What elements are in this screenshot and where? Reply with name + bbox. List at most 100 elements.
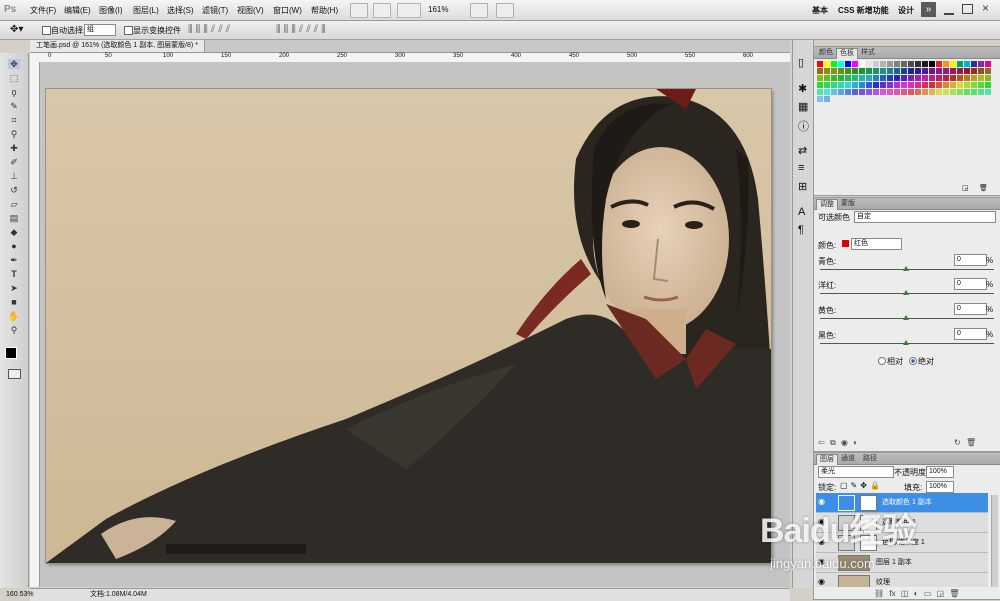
auto-select-checkbox[interactable] — [42, 26, 51, 35]
color-swatch[interactable] — [950, 82, 956, 88]
color-swatch[interactable] — [894, 82, 900, 88]
color-swatch[interactable] — [957, 82, 963, 88]
reset-icon[interactable]: ↻ — [954, 438, 961, 447]
layer-comps-icon[interactable]: ⊞ — [798, 180, 807, 193]
color-swatch[interactable] — [838, 68, 844, 74]
color-swatch[interactable] — [887, 89, 893, 95]
color-swatch[interactable] — [971, 68, 977, 74]
move-tool-icon[interactable]: ✥ — [8, 59, 20, 69]
new-adjustment-icon[interactable]: ◐ — [914, 589, 919, 598]
screen-mode-button[interactable] — [496, 3, 514, 18]
color-swatch[interactable] — [838, 89, 844, 95]
color-swatch[interactable] — [978, 75, 984, 81]
menu-file[interactable]: 文件(F) — [30, 5, 56, 16]
color-swatch[interactable] — [880, 89, 886, 95]
color-swatch[interactable] — [943, 75, 949, 81]
color-swatch[interactable] — [943, 68, 949, 74]
hand-tool-icon[interactable]: ✋ — [8, 311, 20, 321]
color-swatch[interactable] — [817, 89, 823, 95]
menu-view[interactable]: 视图(V) — [237, 5, 264, 16]
color-swatch[interactable] — [957, 89, 963, 95]
color-swatch[interactable] — [922, 68, 928, 74]
color-swatch[interactable] — [978, 68, 984, 74]
healing-brush-tool-icon[interactable]: ✚ — [8, 143, 20, 153]
color-swatch[interactable] — [936, 61, 942, 67]
color-swatch[interactable] — [985, 75, 991, 81]
color-swatch[interactable] — [936, 75, 942, 81]
color-swatch[interactable] — [824, 89, 830, 95]
color-swatch[interactable] — [866, 75, 872, 81]
color-swatch[interactable] — [859, 75, 865, 81]
blend-mode-dropdown[interactable]: 柔光 — [818, 466, 894, 478]
color-swatch[interactable] — [880, 68, 886, 74]
color-swatch[interactable] — [824, 96, 830, 102]
document-tab[interactable]: 工笔画.psd @ 161% (选取颜色 1 副本, 图层蒙版/8) * — [30, 40, 205, 52]
black-slider-thumb[interactable] — [903, 340, 909, 345]
show-transform-checkbox[interactable] — [124, 26, 133, 35]
color-swatch[interactable] — [950, 89, 956, 95]
cyan-slider-thumb[interactable] — [903, 266, 909, 271]
color-swatch[interactable] — [894, 75, 900, 81]
color-swatch[interactable] — [908, 68, 914, 74]
clone-stamp-tool-icon[interactable]: ⊥ — [8, 171, 20, 181]
color-swatch[interactable] — [901, 82, 907, 88]
eye-icon[interactable]: ◉ — [818, 578, 827, 586]
color-swatch[interactable] — [915, 89, 921, 95]
color-swatch[interactable] — [915, 68, 921, 74]
minimize-icon[interactable] — [944, 5, 954, 15]
color-swatch[interactable] — [985, 82, 991, 88]
histogram-icon[interactable]: ▦ — [798, 100, 808, 113]
color-swatch[interactable] — [957, 75, 963, 81]
delete-swatch-icon[interactable]: 🗑 — [979, 184, 988, 192]
delete-adjustment-icon[interactable]: 🗑 — [966, 438, 976, 447]
color-swatch[interactable] — [824, 75, 830, 81]
color-swatch[interactable] — [950, 68, 956, 74]
color-swatch[interactable] — [936, 68, 942, 74]
color-swatch[interactable] — [894, 68, 900, 74]
marquee-tool-icon[interactable]: ⬚ — [8, 73, 20, 83]
color-swatch[interactable] — [964, 75, 970, 81]
actions-icon[interactable]: ≡ — [798, 162, 804, 174]
layer-name[interactable]: 图层 1 副本 — [876, 557, 912, 567]
view-extras-button[interactable] — [397, 3, 421, 18]
new-layer-icon[interactable]: ◲ — [937, 589, 945, 598]
color-swatch[interactable] — [817, 68, 823, 74]
color-swatch[interactable] — [929, 89, 935, 95]
quick-select-tool-icon[interactable]: ✎ — [8, 101, 20, 111]
new-swatch-icon[interactable]: ◲ — [962, 184, 969, 192]
color-swatch[interactable] — [817, 75, 823, 81]
menu-edit[interactable]: 编辑(E) — [64, 5, 91, 16]
color-swatch[interactable] — [929, 75, 935, 81]
quick-mask-icon[interactable] — [8, 369, 21, 379]
close-icon[interactable]: × — [982, 1, 989, 15]
history-icon[interactable]: ⇄ — [798, 144, 807, 157]
color-swatch[interactable] — [922, 61, 928, 67]
distribute-icons[interactable]: ⫼⫼⫼⫽⫽⫽⫼ — [276, 24, 329, 35]
color-swatch[interactable] — [908, 82, 914, 88]
color-swatch[interactable] — [978, 89, 984, 95]
color-swatch[interactable] — [866, 82, 872, 88]
color-swatch[interactable] — [852, 82, 858, 88]
color-swatch[interactable] — [873, 89, 879, 95]
color-swatch[interactable] — [838, 82, 844, 88]
layers-scrollbar[interactable] — [991, 495, 998, 587]
color-swatch[interactable] — [971, 82, 977, 88]
color-swatch[interactable] — [873, 68, 879, 74]
color-swatch[interactable] — [922, 82, 928, 88]
color-swatch[interactable] — [908, 89, 914, 95]
path-select-tool-icon[interactable]: ➤ — [8, 283, 20, 293]
lasso-tool-icon[interactable]: ϙ — [8, 87, 20, 97]
brush-presets-icon[interactable]: ✱ — [798, 82, 807, 95]
color-swatch[interactable] — [894, 89, 900, 95]
color-swatch[interactable] — [852, 61, 858, 67]
color-swatch[interactable] — [971, 75, 977, 81]
color-swatch[interactable] — [908, 75, 914, 81]
color-swatch[interactable] — [817, 96, 823, 102]
new-group-icon[interactable]: ▭ — [924, 589, 932, 598]
cyan-value[interactable]: 0 — [954, 254, 987, 266]
zoom-level-display[interactable]: 161% — [428, 5, 448, 14]
color-swatch[interactable] — [943, 89, 949, 95]
color-swatch[interactable] — [936, 89, 942, 95]
color-swatch[interactable] — [859, 68, 865, 74]
color-swatch[interactable] — [831, 75, 837, 81]
